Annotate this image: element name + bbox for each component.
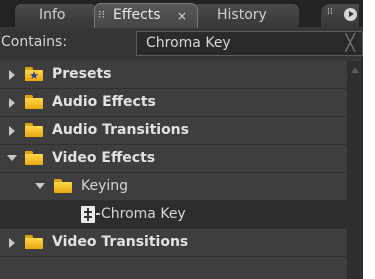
effect-icon-dash bbox=[96, 213, 100, 215]
effect-icon bbox=[81, 206, 95, 223]
folder-icon bbox=[54, 179, 72, 193]
contains-label: Contains: bbox=[1, 34, 68, 50]
tab-effects-label: Effects bbox=[113, 7, 161, 23]
effects-panel: Info History ⁝⁝ Effects × ⁞⁞ Contains: C… bbox=[0, 0, 363, 279]
tree-item-video-effects-label: Video Effects bbox=[52, 150, 156, 166]
tree-item-chroma-key-label: Chroma Key bbox=[101, 206, 186, 222]
expand-triangle-icon[interactable] bbox=[9, 98, 15, 108]
tree-item-presets-label: Presets bbox=[52, 66, 112, 82]
tab-info-label: Info bbox=[39, 7, 66, 23]
expand-triangle-icon[interactable] bbox=[9, 126, 15, 136]
collapse-triangle-icon[interactable] bbox=[35, 183, 45, 189]
folder-icon bbox=[25, 235, 43, 249]
effects-tree: ★ Presets Audio Effects Audio Transition… bbox=[0, 61, 347, 279]
scroll-up-arrow-icon[interactable] bbox=[351, 67, 359, 73]
folder-icon bbox=[25, 95, 43, 109]
tree-item-video-effects[interactable]: Video Effects bbox=[0, 145, 347, 173]
tree-item-audio-transitions-label: Audio Transitions bbox=[52, 122, 189, 138]
tab-effects[interactable]: ⁝⁝ Effects × bbox=[94, 3, 198, 28]
panel-menu-button[interactable]: ⁞⁞ bbox=[320, 3, 360, 27]
search-input-value: Chroma Key bbox=[146, 35, 231, 51]
folder-icon bbox=[25, 151, 43, 165]
tree-item-audio-effects-label: Audio Effects bbox=[52, 94, 156, 110]
search-row: Contains: Chroma Key ╳ bbox=[0, 29, 363, 60]
search-input[interactable]: Chroma Key ╳ bbox=[136, 31, 363, 56]
tree-item-chroma-key[interactable]: Chroma Key bbox=[0, 201, 347, 229]
tab-grip-icon[interactable]: ⁝⁝ bbox=[98, 4, 105, 26]
collapse-triangle-icon[interactable] bbox=[7, 155, 17, 161]
tree-item-video-transitions[interactable]: Video Transitions bbox=[0, 229, 347, 257]
folder-icon bbox=[25, 123, 43, 137]
tab-bar: Info History ⁝⁝ Effects × ⁞⁞ bbox=[0, 0, 363, 28]
tab-history-label: History bbox=[217, 7, 267, 23]
vertical-scrollbar[interactable] bbox=[347, 61, 363, 279]
tree-item-audio-transitions[interactable]: Audio Transitions bbox=[0, 117, 347, 145]
tree-item-audio-effects[interactable]: Audio Effects bbox=[0, 89, 347, 117]
panel-menu-dots-icon: ⁞⁞ bbox=[327, 7, 333, 17]
expand-triangle-icon[interactable] bbox=[9, 70, 15, 80]
tree-item-keying-label: Keying bbox=[81, 178, 129, 194]
panel-menu-icon[interactable] bbox=[344, 8, 357, 21]
tab-history[interactable]: History bbox=[192, 3, 300, 27]
tree-item-video-transitions-label: Video Transitions bbox=[52, 234, 189, 250]
expand-triangle-icon[interactable] bbox=[9, 238, 15, 248]
tree-item-presets[interactable]: ★ Presets bbox=[0, 61, 347, 89]
clear-search-icon[interactable]: ╳ bbox=[345, 33, 355, 52]
close-icon[interactable]: × bbox=[177, 5, 187, 27]
tree-item-keying[interactable]: Keying bbox=[0, 173, 347, 201]
presets-star-icon: ★ bbox=[29, 69, 39, 82]
tab-info[interactable]: Info bbox=[14, 3, 98, 27]
